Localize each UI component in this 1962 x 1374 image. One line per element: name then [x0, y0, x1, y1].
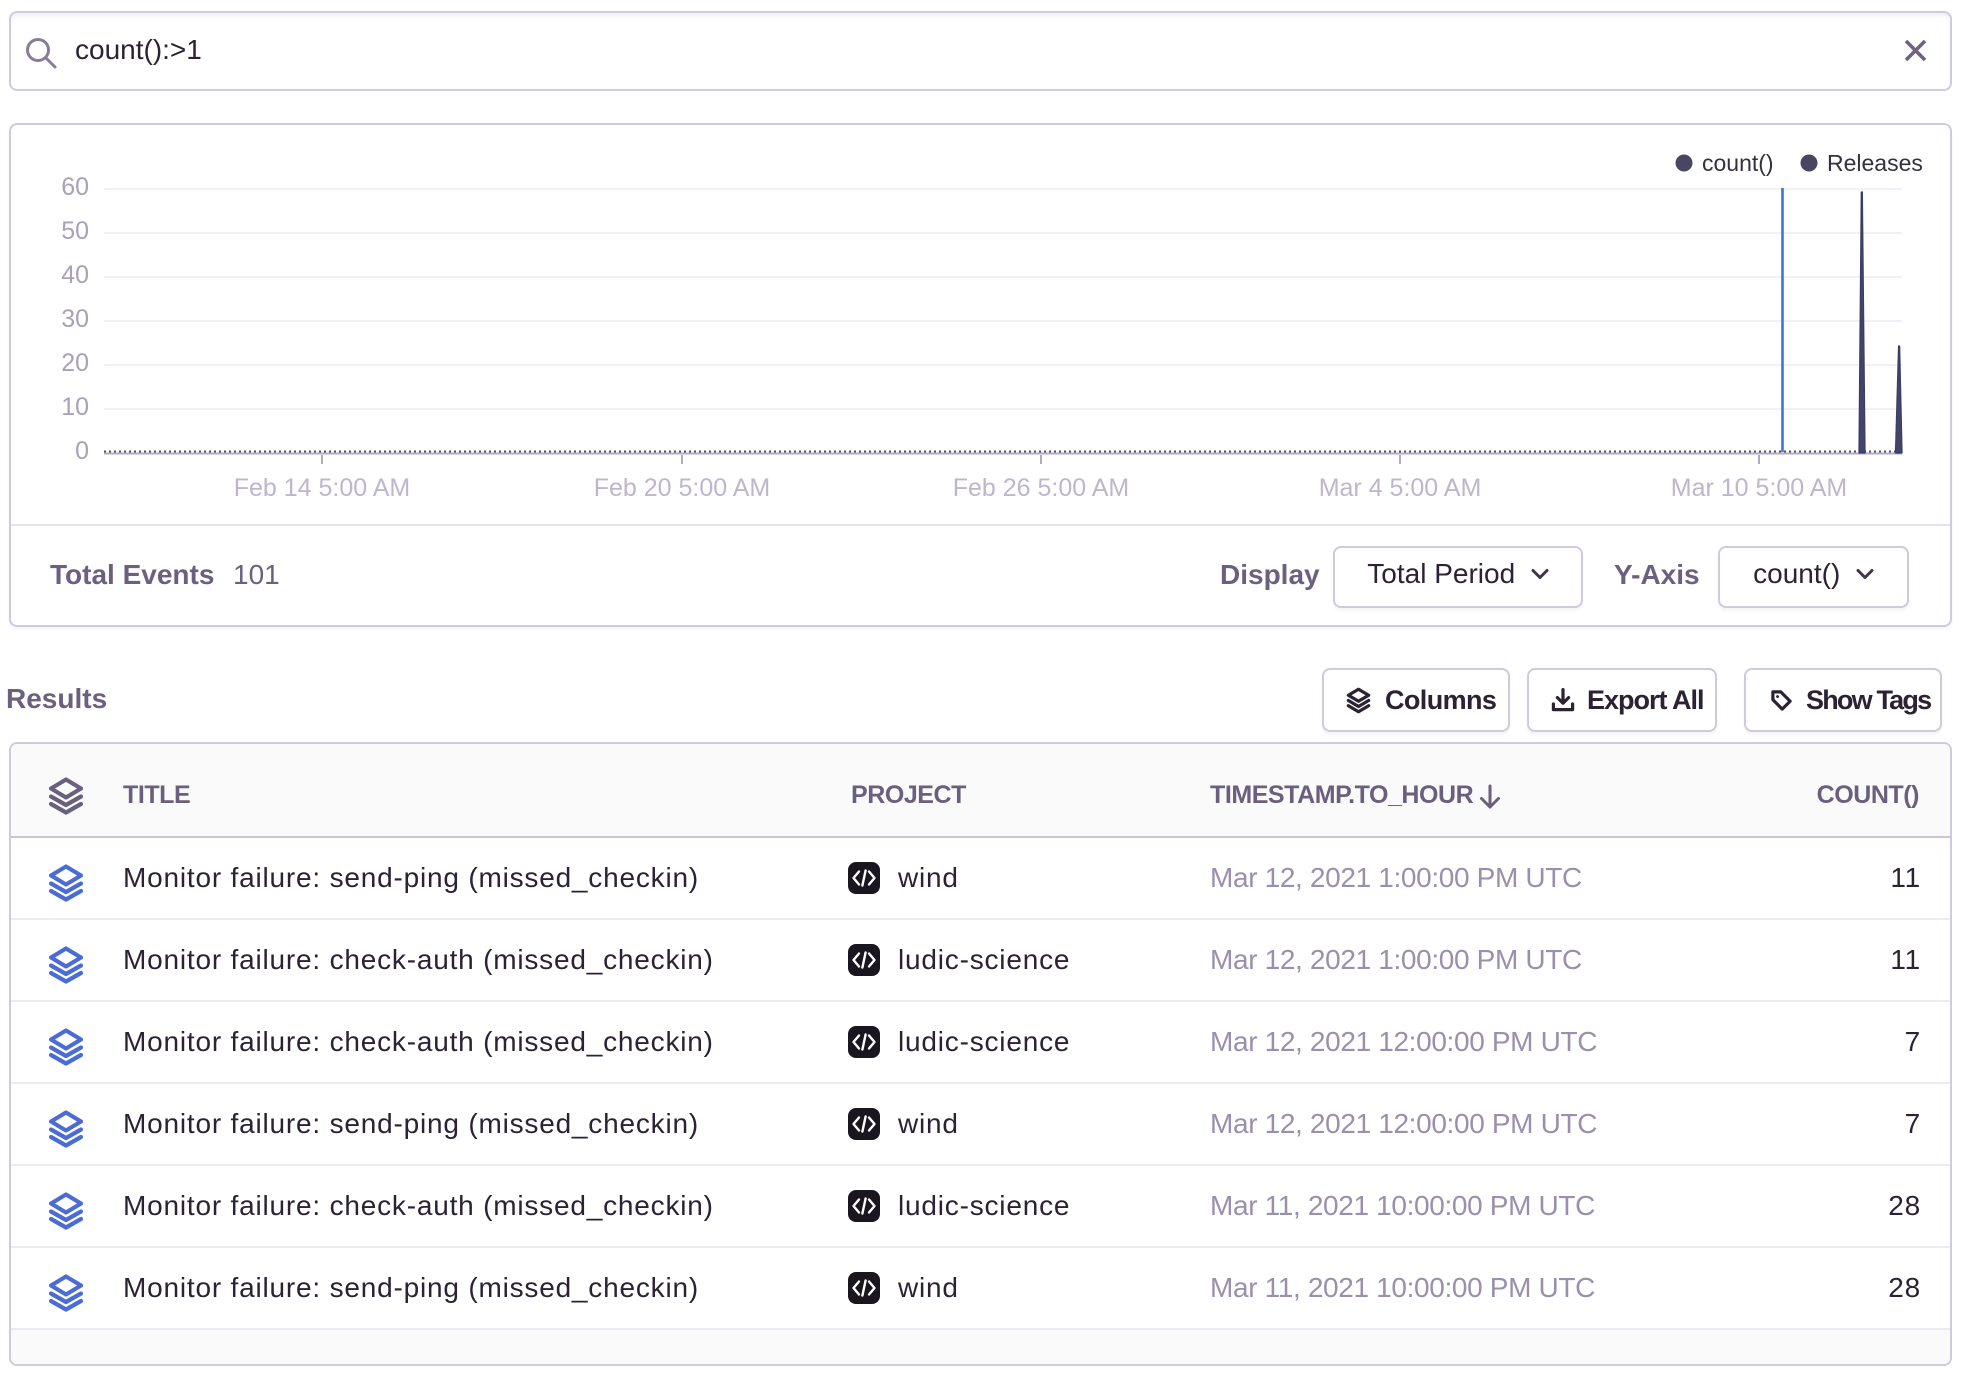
- svg-text:10: 10: [61, 393, 89, 421]
- svg-text:60: 60: [61, 173, 89, 201]
- svg-text:Mar 4 5:00 AM: Mar 4 5:00 AM: [1319, 474, 1482, 502]
- svg-text:50: 50: [61, 217, 89, 245]
- svg-text:count(): count(): [1702, 150, 1774, 176]
- svg-text:30: 30: [61, 305, 89, 333]
- svg-text:Feb 14 5:00 AM: Feb 14 5:00 AM: [234, 474, 411, 502]
- svg-text:40: 40: [61, 261, 89, 289]
- svg-text:Releases: Releases: [1827, 150, 1923, 176]
- svg-text:Mar 10 5:00 AM: Mar 10 5:00 AM: [1671, 474, 1847, 502]
- svg-text:0: 0: [75, 437, 89, 465]
- svg-text:Feb 20 5:00 AM: Feb 20 5:00 AM: [594, 474, 771, 502]
- svg-text:20: 20: [61, 349, 89, 377]
- svg-text:Feb 26 5:00 AM: Feb 26 5:00 AM: [953, 474, 1130, 502]
